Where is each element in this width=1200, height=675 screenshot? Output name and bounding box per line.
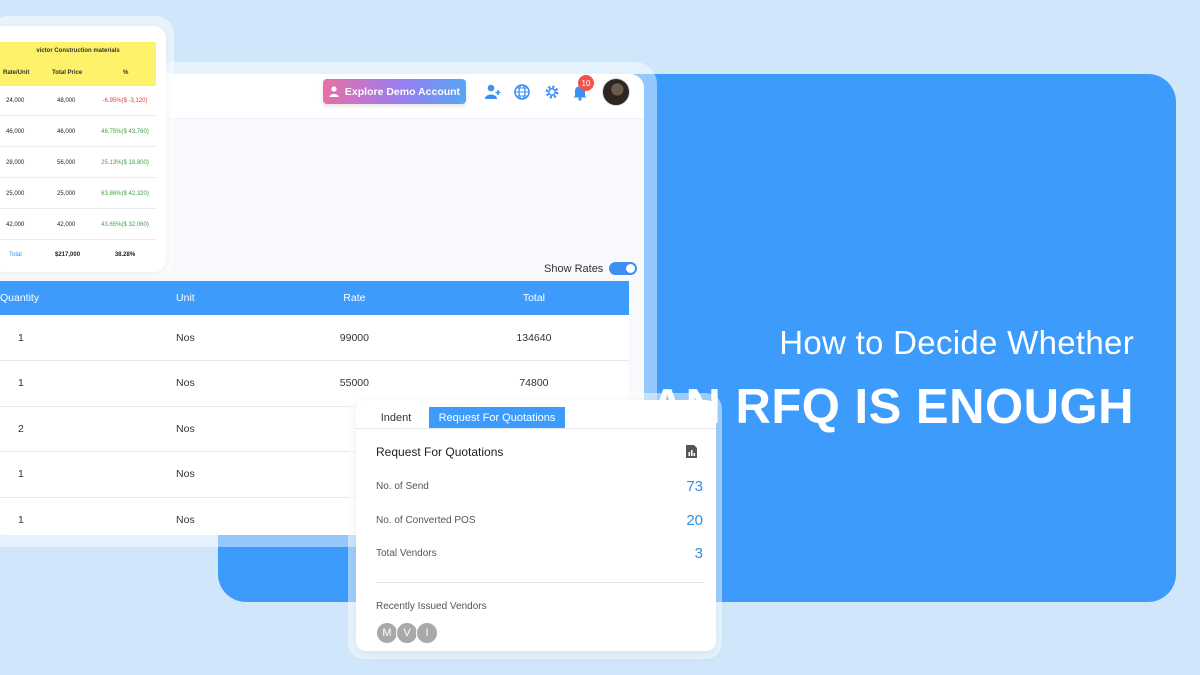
cell-rate: 99000 xyxy=(339,331,369,344)
comparison-rate: 25,000 xyxy=(6,191,25,197)
comparison-percent: 63.86%($ 42,320) xyxy=(101,191,149,197)
recent-vendors-label: Recently Issued Vendors xyxy=(376,601,487,612)
stat-value-sent: 73 xyxy=(686,478,703,495)
divider xyxy=(376,582,704,583)
tab-indent[interactable]: Indent xyxy=(368,407,424,428)
comparison-title: victor Construction materials xyxy=(36,48,120,54)
comparison-percent: 43.65%($ 32,060) xyxy=(101,222,149,228)
show-rates-toggle[interactable] xyxy=(609,262,638,275)
globe-icon[interactable] xyxy=(513,83,531,101)
cell-unit: Nos xyxy=(176,513,195,526)
comparison-total-price: $217,000 xyxy=(55,252,81,258)
comparison-row: 46,000 46,000 48.75%($ 43,760) xyxy=(0,117,156,147)
cell-quantity: 1 xyxy=(18,331,24,344)
cell-quantity: 1 xyxy=(18,468,24,481)
cell-unit: Nos xyxy=(176,331,195,344)
user-icon xyxy=(329,86,339,97)
comparison-row: 28,000 56,000 25.13%($ 18,800) xyxy=(0,148,156,178)
rfq-tabs: Indent Request For Quotations xyxy=(356,400,716,429)
comparison-card: victor Construction materials Rate/Unit … xyxy=(0,26,166,272)
show-rates-label: Show Rates xyxy=(544,262,604,275)
comparison-total: 46,000 xyxy=(57,129,76,135)
comparison-percent: 48.75%($ 43,760) xyxy=(101,129,149,135)
cell-unit: Nos xyxy=(176,422,195,435)
comparison-total-row: Total $217,000 38.28% xyxy=(0,240,156,270)
header-rate-unit: Rate/Unit xyxy=(3,70,30,76)
cell-quantity: 2 xyxy=(18,422,24,435)
explore-demo-button[interactable]: Explore Demo Account xyxy=(323,79,466,104)
comparison-total-label: Total xyxy=(9,252,22,258)
cell-total: 134640 xyxy=(516,331,552,344)
stat-value-converted: 20 xyxy=(686,512,703,529)
vendor-avatar[interactable]: I xyxy=(416,622,438,644)
comparison-total: 42,000 xyxy=(57,222,76,228)
comparison-percent: -6.95%($ -3,120) xyxy=(102,98,148,104)
comparison-rate: 28,000 xyxy=(6,160,25,166)
table-header-row: Quantity Unit Rate Total xyxy=(0,281,629,315)
tab-request-for-quotations[interactable]: Request For Quotations xyxy=(429,407,565,428)
comparison-total: 48,000 xyxy=(57,98,76,104)
comparison-rate: 24,000 xyxy=(6,98,25,104)
comparison-rate: 46,000 xyxy=(6,129,25,135)
comparison-total-percent: 38.28% xyxy=(114,252,136,258)
comparison-percent: 25.13%($ 18,800) xyxy=(101,160,149,166)
vendor-avatar[interactable]: M xyxy=(376,622,398,644)
header-rate[interactable]: Rate xyxy=(270,281,439,315)
add-user-icon[interactable] xyxy=(484,83,502,101)
notification-badge: 10 xyxy=(578,75,594,91)
avatar[interactable] xyxy=(602,78,630,106)
cell-unit: Nos xyxy=(176,468,195,481)
rfq-heading: Request For Quotations xyxy=(376,445,504,459)
stat-label-sent: No. of Send xyxy=(376,481,429,492)
headline-line-2: AN RFQ IS ENOUGH xyxy=(649,380,1134,434)
comparison-row: 42,000 42,000 43.65%($ 32,060) xyxy=(0,210,156,240)
show-rates-control: Show Rates xyxy=(544,262,638,275)
header-quantity[interactable]: Quantity xyxy=(0,281,101,315)
comparison-header: victor Construction materials Rate/Unit … xyxy=(0,42,156,86)
header-unit[interactable]: Unit xyxy=(101,281,270,315)
header-total[interactable]: Total xyxy=(439,281,629,315)
gear-icon[interactable] xyxy=(543,83,561,101)
comparison-row: 25,000 25,000 63.86%($ 42,320) xyxy=(0,179,156,209)
headline-line-1: How to Decide Whether xyxy=(779,324,1134,361)
rfq-card: Indent Request For Quotations Request Fo… xyxy=(356,400,716,651)
vendor-avatar[interactable]: V xyxy=(396,622,418,644)
comparison-total: 25,000 xyxy=(57,191,76,197)
stat-label-converted: No. of Converted POS xyxy=(376,515,476,526)
comparison-row: 24,000 48,000 -6.95%($ -3,120) xyxy=(0,86,156,116)
cell-quantity: 1 xyxy=(18,377,24,390)
cell-quantity: 1 xyxy=(18,513,24,526)
report-icon[interactable] xyxy=(685,445,698,458)
header-total-price: Total Price xyxy=(52,70,83,76)
header-percent: % xyxy=(123,70,129,76)
stat-value-vendors: 3 xyxy=(694,545,703,562)
table-row: 1 Nos 99000 134640 xyxy=(0,315,629,361)
comparison-rate: 42,000 xyxy=(6,222,25,228)
explore-demo-label: Explore Demo Account xyxy=(344,85,461,98)
cell-unit: Nos xyxy=(176,377,195,390)
stat-label-vendors: Total Vendors xyxy=(376,548,437,559)
comparison-total: 56,000 xyxy=(57,160,76,166)
